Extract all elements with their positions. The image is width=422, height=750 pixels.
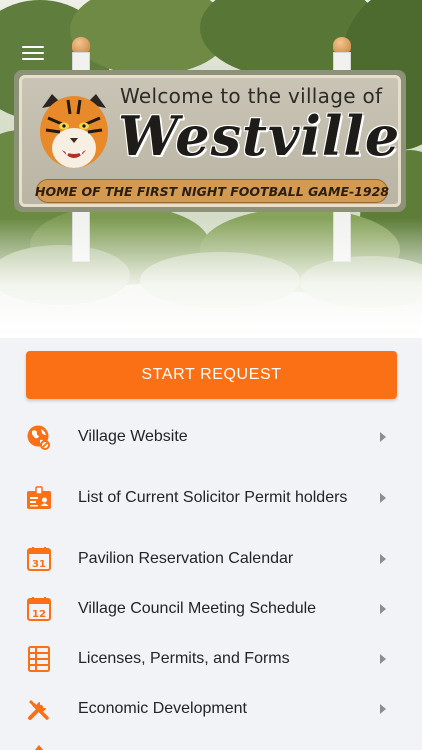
menu-bar-icon xyxy=(22,58,44,60)
list-item-village-website[interactable]: Village Website xyxy=(0,412,422,462)
svg-text:12: 12 xyxy=(32,609,46,620)
post-cap-left xyxy=(72,37,90,53)
welcome-sign: Welcome to the village of Westville HOME… xyxy=(14,70,406,212)
menu-list: Village Website List of Current Solicito… xyxy=(0,412,422,734)
globe-icon xyxy=(27,425,50,450)
svg-text:31: 31 xyxy=(32,559,46,570)
sign-village-name: Westville xyxy=(118,104,401,168)
document-list-icon xyxy=(28,646,50,672)
list-item-label: Licenses, Permits, and Forms xyxy=(78,650,290,667)
tools-icon xyxy=(28,700,49,720)
list-item-pavilion-calendar[interactable]: 31 Pavilion Reservation Calendar xyxy=(0,534,422,584)
calendar-31-icon: 31 xyxy=(27,547,51,571)
hamburger-menu-button[interactable] xyxy=(22,44,46,62)
hero-fade xyxy=(0,218,422,338)
hero-image: Welcome to the village of Westville HOME… xyxy=(0,0,422,338)
post-cap-right xyxy=(333,37,351,53)
menu-bar-icon xyxy=(22,46,44,48)
list-item-label: Economic Development xyxy=(78,700,247,717)
sign-face: Welcome to the village of Westville HOME… xyxy=(19,75,401,207)
list-item-label: Pavilion Reservation Calendar xyxy=(78,550,294,567)
list-item-licenses-forms[interactable]: Licenses, Permits, and Forms xyxy=(0,634,422,684)
calendar-12-icon: 12 xyxy=(27,597,51,621)
list-item-label: Village Website xyxy=(78,428,188,445)
chevron-right-icon xyxy=(380,493,386,503)
chevron-right-icon xyxy=(380,604,386,614)
chevron-right-icon xyxy=(380,654,386,664)
start-request-button[interactable]: START REQUEST xyxy=(26,351,397,399)
list-item-economic-development[interactable]: Economic Development xyxy=(0,684,422,734)
chevron-right-icon xyxy=(380,432,386,442)
sign-banner-text: HOME OF THE FIRST NIGHT FOOTBALL GAME-19… xyxy=(35,183,389,199)
tiger-logo-icon xyxy=(40,94,108,168)
id-card-icon xyxy=(27,486,51,509)
list-item-label: Village Council Meeting Schedule xyxy=(78,600,317,617)
menu-bar-icon xyxy=(22,52,44,54)
sign-banner: HOME OF THE FIRST NIGHT FOOTBALL GAME-19… xyxy=(35,179,389,203)
chevron-right-icon xyxy=(380,704,386,714)
main-content: START REQUEST Village Website List of Cu… xyxy=(0,338,422,750)
list-item-label: List of Current Solicitor Permit holders xyxy=(78,489,348,506)
list-item-council-schedule[interactable]: 12 Village Council Meeting Schedule xyxy=(0,584,422,634)
chevron-right-icon xyxy=(380,554,386,564)
list-item-solicitor-permits[interactable]: List of Current Solicitor Permit holders xyxy=(0,462,422,534)
partial-next-item-icon xyxy=(34,745,44,750)
